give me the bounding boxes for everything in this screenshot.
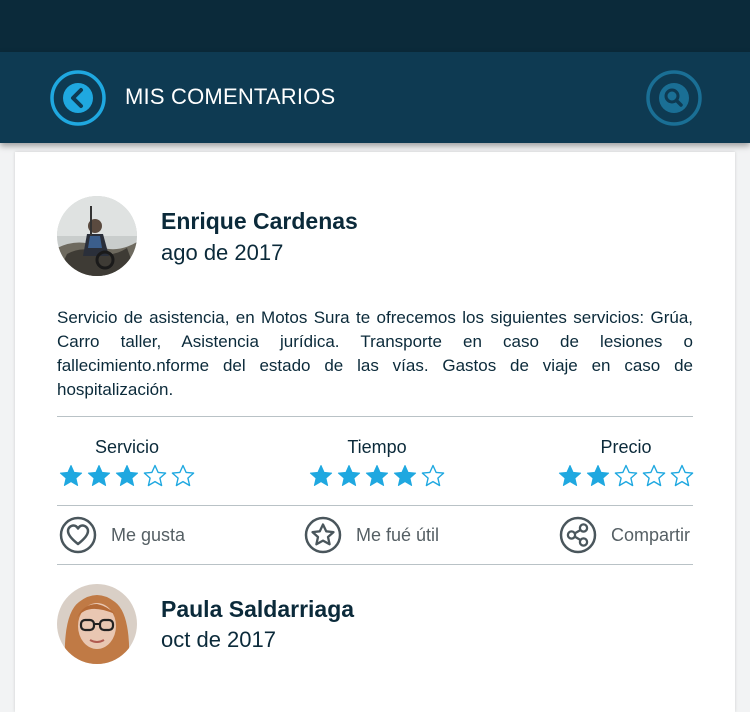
star-rating — [302, 463, 452, 489]
rating-label: Servicio — [94, 437, 160, 457]
rating-label: Tiempo — [347, 437, 407, 457]
star-empty-icon — [143, 464, 167, 487]
rating-tiempo: Tiempo — [302, 437, 452, 489]
useful-label: Me fué útil — [356, 524, 440, 545]
star-filled-icon — [309, 465, 333, 486]
star-rating — [52, 463, 202, 489]
star-empty-icon — [642, 464, 666, 487]
share-label: Compartir — [611, 524, 691, 545]
star-empty-icon — [171, 464, 195, 487]
divider — [57, 564, 693, 565]
star-empty-icon — [670, 464, 694, 487]
like-label: Me gusta — [111, 524, 186, 545]
app-bar: MIS COMENTARIOS — [0, 52, 750, 143]
star-filled-icon — [558, 465, 582, 486]
star-rating — [551, 463, 701, 489]
rating-precio: Precio — [551, 437, 701, 489]
divider — [57, 416, 693, 417]
star-filled-icon — [87, 465, 111, 486]
reviewer-name: Paula Saldarriaga — [161, 596, 355, 622]
status-bar — [0, 0, 750, 52]
star-filled-icon — [393, 465, 417, 486]
search-icon[interactable] — [645, 69, 703, 127]
rating-servicio: Servicio — [52, 437, 202, 489]
star-empty-icon — [614, 464, 638, 487]
chevron-left-icon[interactable] — [49, 69, 107, 127]
star-icon — [304, 516, 342, 554]
useful-button[interactable]: Me fué útil — [304, 515, 439, 555]
divider — [57, 505, 693, 506]
review-text: Servicio de asistencia, en Motos Sura te… — [57, 308, 693, 399]
star-filled-icon — [365, 465, 389, 486]
heart-icon — [59, 516, 97, 554]
star-filled-icon — [115, 465, 139, 486]
reviewer-name: Enrique Cardenas — [161, 208, 358, 234]
review-date: oct de 2017 — [161, 627, 276, 652]
star-empty-icon — [421, 464, 445, 487]
avatar — [57, 584, 137, 664]
comments-card: Enrique Cardenas ago de 2017 Servicio de… — [15, 152, 735, 712]
avatar — [57, 196, 137, 276]
rating-label: Precio — [600, 437, 652, 457]
like-button[interactable]: Me gusta — [59, 515, 185, 555]
share-button[interactable]: Compartir — [559, 515, 690, 555]
star-filled-icon — [59, 465, 83, 486]
star-filled-icon — [337, 465, 361, 486]
page-title: MIS COMENTARIOS — [125, 84, 336, 109]
star-filled-icon — [586, 465, 610, 486]
share-icon — [559, 516, 597, 554]
review-date: ago de 2017 — [161, 240, 284, 265]
